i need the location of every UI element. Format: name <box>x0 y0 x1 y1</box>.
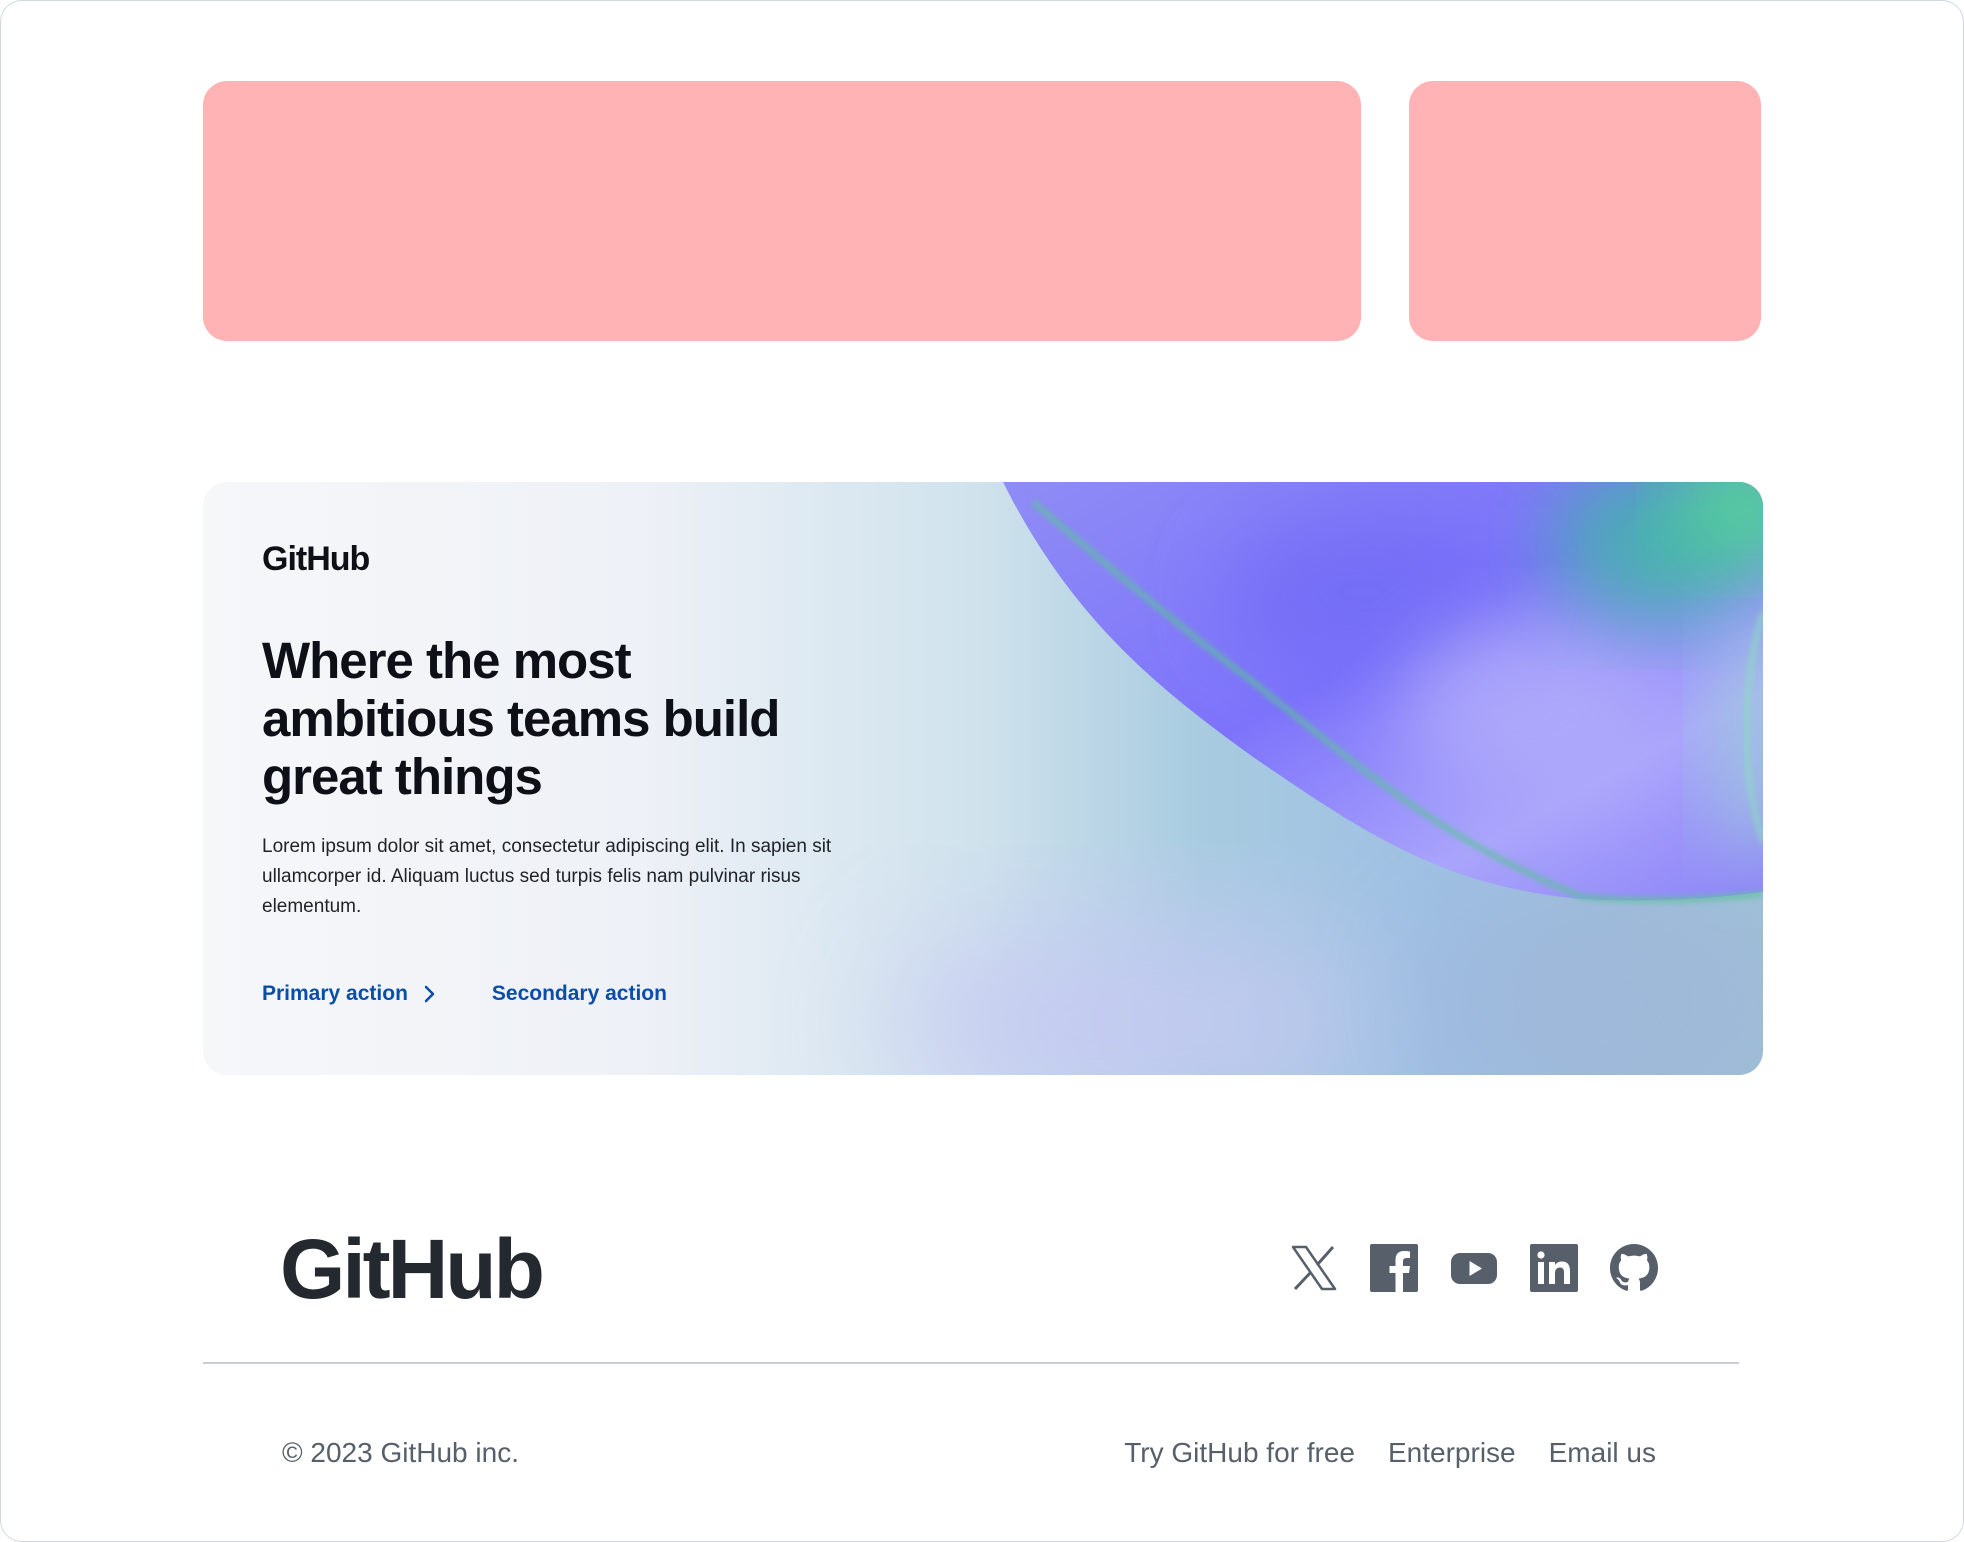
hero-description: Lorem ipsum dolor sit amet, consectetur … <box>262 836 832 917</box>
footer-divider <box>203 1362 1739 1364</box>
hero-github-logo: GitHub <box>262 540 370 578</box>
github-icon <box>1610 1244 1658 1291</box>
facebook-icon <box>1370 1244 1418 1292</box>
primary-action-link[interactable]: Primary action <box>262 982 436 1006</box>
footer-link-enterprise[interactable]: Enterprise <box>1388 1437 1516 1469</box>
youtube-icon <box>1451 1253 1497 1284</box>
linkedin-icon <box>1530 1244 1578 1292</box>
hero-card: GitHub Where the most ambitious teams bu… <box>203 482 1763 1075</box>
hero-title: Where the most ambitious teams build gre… <box>262 632 780 805</box>
side-banner-placeholder <box>1409 81 1761 341</box>
linkedin-link[interactable] <box>1529 1243 1579 1293</box>
footer-link-email[interactable]: Email us <box>1549 1437 1656 1469</box>
primary-action-label: Primary action <box>262 982 408 1005</box>
secondary-action-link[interactable]: Secondary action <box>492 982 667 1006</box>
hero-actions: Primary action Secondary action <box>262 982 667 1006</box>
github-link[interactable] <box>1609 1243 1659 1293</box>
main-banner-placeholder <box>203 81 1361 341</box>
page-frame: GitHub Where the most ambitious teams bu… <box>0 0 1964 1542</box>
social-links <box>1289 1243 1659 1293</box>
copyright-text: © 2023 GitHub inc. <box>282 1437 519 1468</box>
x-link[interactable] <box>1289 1243 1339 1293</box>
facebook-link[interactable] <box>1369 1243 1419 1293</box>
chevron-right-icon <box>424 985 435 1003</box>
footer-link-try-free[interactable]: Try GitHub for free <box>1124 1437 1355 1469</box>
youtube-link[interactable] <box>1449 1243 1499 1293</box>
footer-links: Try GitHub for free Enterprise Email us <box>1124 1437 1656 1469</box>
x-icon <box>1291 1245 1337 1291</box>
secondary-action-label: Secondary action <box>491 982 667 1005</box>
footer-github-logo: GitHub <box>280 1222 545 1316</box>
